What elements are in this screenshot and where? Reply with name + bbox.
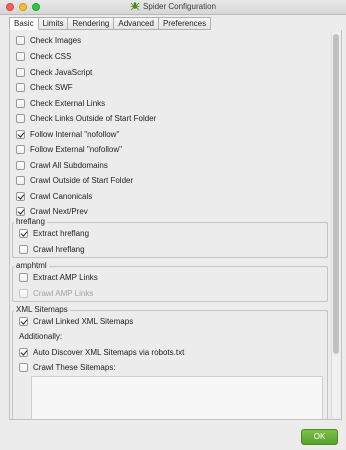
option-extract-hreflang[interactable]: Extract hreflang xyxy=(19,227,89,239)
hreflang-group-title: hreflang xyxy=(14,217,47,226)
option-label: Check JavaScript xyxy=(30,67,93,77)
checkbox-crawl-next-prev[interactable] xyxy=(16,206,25,216)
title-bar: Spider Configuration xyxy=(0,0,346,15)
option-extract-amp-links[interactable]: Extract AMP Links xyxy=(19,271,98,283)
option-crawl-all-subdomains[interactable]: Crawl All Subdomains xyxy=(16,159,108,171)
option-label: Crawl Next/Prev xyxy=(30,206,88,216)
option-label: Check CSS xyxy=(30,51,72,61)
checkbox-check-links-outside-start-folder[interactable] xyxy=(16,113,25,123)
option-crawl-linked-xml-sitemaps[interactable]: Crawl Linked XML Sitemaps xyxy=(19,315,133,327)
option-auto-discover-xml-sitemaps[interactable]: Auto Discover XML Sitemaps via robots.tx… xyxy=(19,346,184,358)
tab-limits[interactable]: Limits xyxy=(38,17,69,30)
option-crawl-hreflang[interactable]: Crawl hreflang xyxy=(19,243,85,255)
settings-scroll-area: Check Images Check CSS Check JavaScript … xyxy=(10,30,332,419)
checkbox-check-external-links[interactable] xyxy=(16,98,25,108)
option-follow-external-nofollow[interactable]: Follow External "nofollow" xyxy=(16,143,122,155)
checkbox-check-swf[interactable] xyxy=(16,82,25,92)
option-label: Follow Internal "nofollow" xyxy=(30,129,120,139)
tab-advanced[interactable]: Advanced xyxy=(114,17,159,30)
option-label: Follow External "nofollow" xyxy=(30,144,122,154)
option-label: Extract hreflang xyxy=(33,228,90,238)
spider-icon xyxy=(130,2,140,11)
option-check-external-links[interactable]: Check External Links xyxy=(16,97,105,109)
checkbox-auto-discover-xml-sitemaps[interactable] xyxy=(19,347,28,357)
checkbox-crawl-outside-start-folder[interactable] xyxy=(16,175,25,185)
tab-basic[interactable]: Basic xyxy=(9,17,39,30)
option-label: Crawl All Subdomains xyxy=(30,160,108,170)
option-label: Crawl Canonicals xyxy=(30,191,93,201)
checkbox-extract-amp-links[interactable] xyxy=(19,272,28,282)
sitemaps-textarea[interactable] xyxy=(31,376,323,419)
option-label: Crawl hreflang xyxy=(33,244,85,254)
checkbox-crawl-amp-links xyxy=(19,288,28,298)
option-crawl-these-sitemaps[interactable]: Crawl These Sitemaps: xyxy=(19,361,116,373)
tab-preferences[interactable]: Preferences xyxy=(158,17,212,30)
option-check-images[interactable]: Check Images xyxy=(16,34,81,46)
scrollbar-thumb[interactable] xyxy=(333,34,339,354)
checkbox-crawl-all-subdomains[interactable] xyxy=(16,160,25,170)
option-label: Check SWF xyxy=(30,82,73,92)
additionally-label: Additionally: xyxy=(19,332,63,341)
option-label: Crawl These Sitemaps: xyxy=(33,362,116,372)
option-follow-internal-nofollow[interactable]: Follow Internal "nofollow" xyxy=(16,128,119,140)
option-check-swf[interactable]: Check SWF xyxy=(16,81,73,93)
option-crawl-outside-start-folder[interactable]: Crawl Outside of Start Folder xyxy=(16,174,133,186)
title-wrap: Spider Configuration xyxy=(0,0,346,14)
option-crawl-amp-links: Crawl AMP Links xyxy=(19,287,93,299)
spider-configuration-window: Spider Configuration Basic Limits Render… xyxy=(0,0,346,450)
checkbox-follow-external-nofollow[interactable] xyxy=(16,144,25,154)
option-label: Crawl AMP Links xyxy=(33,288,94,298)
option-check-css[interactable]: Check CSS xyxy=(16,50,71,62)
checkbox-crawl-hreflang[interactable] xyxy=(19,244,28,254)
ok-button[interactable]: OK xyxy=(301,429,338,445)
checkbox-crawl-canonicals[interactable] xyxy=(16,191,25,201)
option-label: Crawl Linked XML Sitemaps xyxy=(33,316,134,326)
tab-rendering[interactable]: Rendering xyxy=(68,17,115,30)
option-label: Auto Discover XML Sitemaps via robots.tx… xyxy=(33,347,185,357)
option-check-links-outside-start-folder[interactable]: Check Links Outside of Start Folder xyxy=(16,112,156,124)
dialog-footer: OK xyxy=(0,420,346,450)
checkbox-check-css[interactable] xyxy=(16,51,25,61)
option-crawl-canonicals[interactable]: Crawl Canonicals xyxy=(16,190,92,202)
amphtml-group-title: amphtml xyxy=(14,261,49,270)
checkbox-extract-hreflang[interactable] xyxy=(19,228,28,238)
option-label: Check Images xyxy=(30,35,82,45)
xml-sitemaps-group-title: XML Sitemaps xyxy=(14,305,70,314)
checkbox-check-javascript[interactable] xyxy=(16,67,25,77)
option-label: Check External Links xyxy=(30,98,106,108)
tab-bar: Basic Limits Rendering Advanced Preferen… xyxy=(9,17,212,30)
window-title: Spider Configuration xyxy=(143,2,216,11)
option-label: Check Links Outside of Start Folder xyxy=(30,113,157,123)
basic-settings-panel: Check Images Check CSS Check JavaScript … xyxy=(9,30,342,420)
option-crawl-next-prev[interactable]: Crawl Next/Prev xyxy=(16,205,88,217)
checkbox-crawl-these-sitemaps[interactable] xyxy=(19,362,28,372)
option-label: Crawl Outside of Start Folder xyxy=(30,175,134,185)
vertical-scrollbar[interactable] xyxy=(331,32,340,417)
option-check-javascript[interactable]: Check JavaScript xyxy=(16,66,92,78)
checkbox-crawl-linked-xml-sitemaps[interactable] xyxy=(19,316,28,326)
checkbox-check-images[interactable] xyxy=(16,35,25,45)
checkbox-follow-internal-nofollow[interactable] xyxy=(16,129,25,139)
option-label: Extract AMP Links xyxy=(33,272,98,282)
